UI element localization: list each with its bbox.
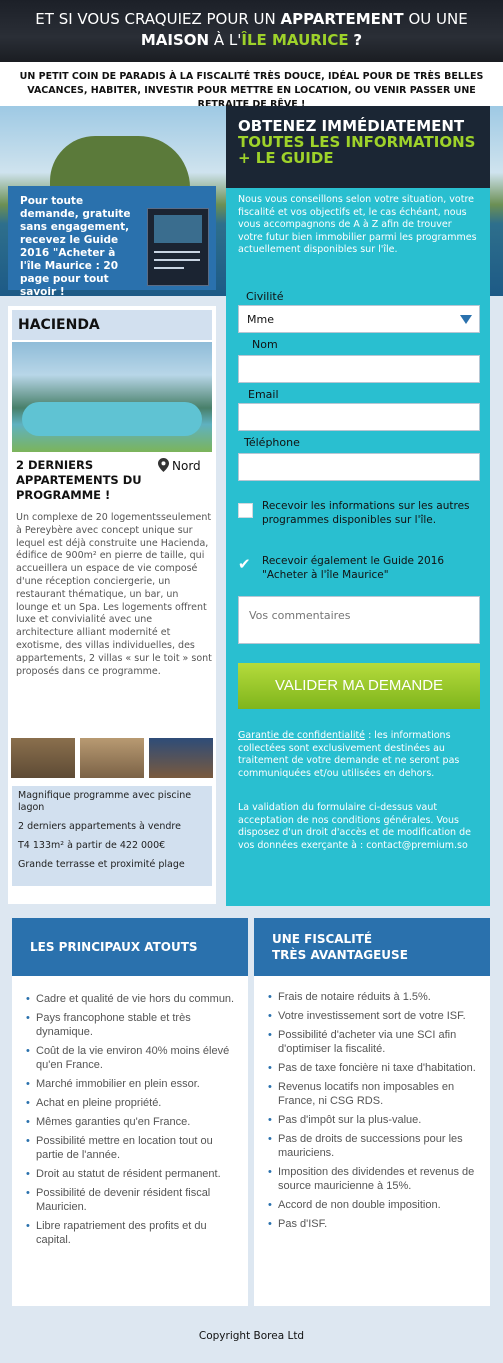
program-description: Un complexe de 20 logementsseulement à P… [16,512,212,677]
photo-thumbnails [11,738,213,778]
location-pin-icon [158,458,169,472]
list-item: Pas d'impôt sur la plus-value. [268,1113,480,1127]
program-location: Nord [158,458,201,473]
banner-text: À L' [213,31,242,49]
list-item: Droit au statut de résident permanent. [26,1167,238,1181]
fiscalite-list: Frais de notaire réduits à 1.5%. Votre i… [268,990,480,1236]
submit-button[interactable]: VALIDER MA DEMANDE [238,663,480,709]
list-item: Pays francophone stable et très dynamiqu… [26,1011,238,1039]
fiscalite-title: UNE FISCALITÉ TRÈS AVANTAGEUSE [254,918,490,976]
checkmark-icon: ✔ [238,555,251,573]
feature-item: Magnifique programme avec piscine lagon [18,790,192,813]
email-input[interactable] [238,403,480,431]
contact-form: OBTENEZ IMMÉDIATEMENT TOUTES LES INFORMA… [226,106,490,906]
header-banner: ET SI VOUS CRAQUIEZ POUR UN APPARTEMENT … [0,0,503,62]
form-heading-line: OBTENEZ IMMÉDIATEMENT [238,117,465,135]
pool-shape [22,402,202,436]
feature-item: T4 133m² à partir de 422 000€ [18,840,166,851]
program-features: Magnifique programme avec piscine lagon … [12,786,212,886]
list-item: Accord de non double imposition. [268,1198,480,1212]
fiscalite-panel: UNE FISCALITÉ TRÈS AVANTAGEUSE Frais de … [254,918,490,1306]
banner-text: ET SI VOUS CRAQUIEZ POUR UN [35,10,276,28]
name-label: Nom [252,338,278,351]
banner-line-1: ET SI VOUS CRAQUIEZ POUR UN APPARTEMENT … [0,9,503,30]
list-item: Revenus locatifs non imposables en Franc… [268,1080,480,1108]
form-intro: Nous vous conseillons selon votre situat… [238,194,477,255]
list-item: Mêmes garanties qu'en France. [26,1115,238,1129]
banner-text: OU UNE [408,10,468,28]
email-label: Email [248,388,279,401]
other-programs-checkbox[interactable] [238,503,253,518]
list-item: Possibilité mettre en location tout ou p… [26,1134,238,1162]
privacy-link[interactable]: Garantie de confidentialité [238,730,365,741]
form-heading-highlight: TOUTES LES INFORMATIONS + LE GUIDE [238,133,476,167]
list-item: Pas de taxe foncière ni taxe d'habitatio… [268,1061,480,1075]
guide-checkbox[interactable]: ✔ [238,557,253,572]
name-input[interactable] [238,355,480,383]
fiscalite-title-line: TRÈS AVANTAGEUSE [272,948,408,962]
program-subtitle: 2 DERNIERS APPARTEMENTS DU PROGRAMME ! [16,458,142,502]
list-item: Coût de la vie environ 40% moins élevé q… [26,1044,238,1072]
other-programs-label: Recevoir les informations sur les autres… [262,500,470,526]
chevron-down-icon [460,315,472,324]
atouts-list: Cadre et qualité de vie hors du commun. … [26,992,238,1252]
comments-input[interactable] [238,596,480,644]
atouts-panel: LES PRINCIPAUX ATOUTS Cadre et qualité d… [12,918,248,1306]
atouts-title: LES PRINCIPAUX ATOUTS [12,918,248,976]
program-card: HACIENDA 2 DERNIERS APPARTEMENTS DU PROG… [8,306,216,904]
list-item: Libre rapatriement des profits et du cap… [26,1219,238,1247]
feature-item: 2 derniers appartements à vendre [18,821,181,832]
civility-value: Mme [247,313,274,326]
civility-label: Civilité [246,290,284,303]
phone-input[interactable] [238,453,480,481]
list-item: Cadre et qualité de vie hors du commun. [26,992,238,1006]
phone-label: Téléphone [244,436,300,449]
promo-text: Pour toute demande, gratuite sans engage… [20,195,131,298]
banner-line-2: MAISON À L'ÎLE MAURICE ? [0,30,503,51]
thumbnail-photo[interactable] [11,738,75,778]
list-item: Possibilité de devenir résident fiscal M… [26,1186,238,1214]
privacy-notice: Garantie de confidentialité : les inform… [238,730,478,780]
guide-cover-photo [154,215,202,243]
guide-label: Recevoir également le Guide 2016 "Achete… [262,555,445,581]
feature-item: Grande terrasse et proximité plage [18,859,185,870]
fiscalite-title-line: UNE FISCALITÉ [272,932,373,946]
form-heading: OBTENEZ IMMÉDIATEMENT TOUTES LES INFORMA… [226,106,490,188]
program-main-photo[interactable] [12,342,212,452]
program-title: HACIENDA [12,310,212,340]
thumbnail-photo[interactable] [80,738,144,778]
tagline: UN PETIT COIN DE PARADIS À LA FISCALITÉ … [0,62,503,110]
civility-select[interactable]: Mme [238,305,480,333]
footer-copyright: Copyright Borea Ltd [198,1330,305,1342]
list-item: Imposition des dividendes et revenus de … [268,1165,480,1193]
list-item: Possibilité d'acheter via une SCI afin d… [268,1028,480,1056]
thumbnail-photo[interactable] [149,738,213,778]
legal-notice: La validation du formulaire ci-dessus va… [238,802,471,851]
guide-title-line [154,251,200,253]
banner-highlight: ÎLE MAURICE [241,31,349,49]
list-item: Frais de notaire réduits à 1.5%. [268,990,480,1004]
guide-title-line [154,259,200,261]
list-item: Votre investissement sort de votre ISF. [268,1009,480,1023]
promo-box[interactable]: Pour toute demande, gratuite sans engage… [8,186,216,298]
list-item: Pas d'ISF. [268,1217,480,1231]
list-item: Achat en pleine propriété. [26,1096,238,1110]
banner-bold: APPARTEMENT [280,10,404,28]
guide-title-line [154,267,184,269]
banner-bold: MAISON [140,31,210,49]
list-item: Pas de droits de successions pour les ma… [268,1132,480,1160]
location-label: Nord [172,459,201,473]
list-item: Marché immobilier en plein essor. [26,1077,238,1091]
guide-cover-image [147,208,209,286]
banner-text: ? [353,31,363,49]
